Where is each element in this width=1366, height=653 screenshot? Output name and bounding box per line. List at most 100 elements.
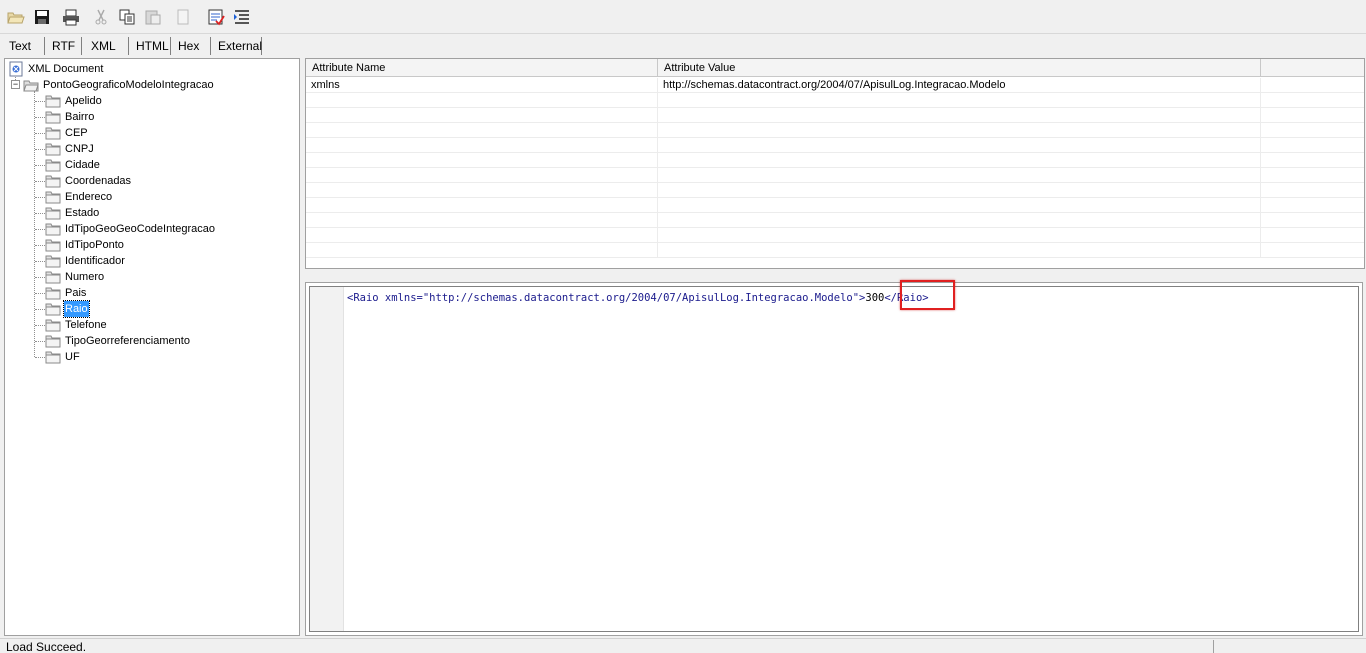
tree-connector bbox=[35, 133, 45, 134]
tree-node[interactable]: Pais bbox=[45, 285, 87, 301]
table-row[interactable] bbox=[306, 183, 1364, 198]
tree-node-label: Bairro bbox=[65, 111, 95, 123]
table-row[interactable] bbox=[306, 108, 1364, 123]
attribute-name-cell[interactable] bbox=[306, 123, 658, 138]
attribute-name-cell[interactable] bbox=[306, 168, 658, 183]
attribute-name-cell[interactable] bbox=[306, 108, 658, 123]
tree-node[interactable]: Identificador bbox=[45, 253, 126, 269]
save-icon[interactable] bbox=[31, 6, 53, 28]
table-row[interactable] bbox=[306, 153, 1364, 168]
tree-node-label: TipoGeorreferenciamento bbox=[65, 335, 190, 347]
attribute-value-cell[interactable] bbox=[658, 108, 1261, 123]
tree-node-label: Numero bbox=[65, 271, 105, 283]
attribute-name-cell[interactable] bbox=[306, 228, 658, 243]
attribute-value-cell[interactable] bbox=[658, 228, 1261, 243]
folder-open-icon bbox=[23, 80, 39, 92]
tree-root-node[interactable]: XML Document bbox=[8, 61, 104, 77]
vertical-splitter[interactable] bbox=[300, 58, 304, 636]
attribute-name-cell[interactable] bbox=[306, 243, 658, 258]
tree-node[interactable]: Bairro bbox=[45, 109, 95, 125]
tree-node[interactable]: CEP bbox=[45, 125, 89, 141]
folder-icon bbox=[45, 287, 61, 300]
tree-node[interactable]: CNPJ bbox=[45, 141, 95, 157]
attribute-name-cell[interactable] bbox=[306, 213, 658, 228]
attribute-value-cell[interactable] bbox=[658, 153, 1261, 168]
attribute-value-cell[interactable] bbox=[658, 198, 1261, 213]
tree-node[interactable]: Apelido bbox=[45, 93, 103, 109]
tree-node[interactable]: Numero bbox=[45, 269, 105, 285]
tree-node[interactable]: IdTipoPonto bbox=[45, 237, 125, 253]
tree-node[interactable]: Estado bbox=[45, 205, 100, 221]
attribute-value-cell[interactable] bbox=[658, 168, 1261, 183]
attribute-name-cell[interactable]: xmlns bbox=[306, 78, 658, 93]
attribute-name-cell[interactable] bbox=[306, 153, 658, 168]
column-header-attribute-name[interactable]: Attribute Name bbox=[306, 59, 658, 77]
folder-icon bbox=[45, 239, 61, 252]
collapse-toggle[interactable]: − bbox=[11, 80, 20, 89]
table-row[interactable] bbox=[306, 243, 1364, 258]
table-row[interactable] bbox=[306, 198, 1364, 213]
attribute-name-cell[interactable] bbox=[306, 138, 658, 153]
tree-root-label: XML Document bbox=[28, 63, 104, 75]
attribute-grid[interactable]: Attribute Name Attribute Value xmlns http… bbox=[305, 58, 1365, 269]
attribute-value-cell[interactable] bbox=[658, 93, 1261, 108]
folder-icon bbox=[45, 207, 61, 220]
attribute-value-cell[interactable] bbox=[658, 138, 1261, 153]
xml-viewer-window: Text RTF XML HTML Hex External − XML Doc… bbox=[0, 0, 1366, 653]
xml-source-panel: <Raio xmlns="http://schemas.datacontract… bbox=[305, 282, 1363, 636]
tree-node[interactable]: Endereco bbox=[45, 189, 113, 205]
paste-icon[interactable] bbox=[142, 6, 164, 28]
tree-node-label: Raio bbox=[63, 300, 90, 318]
tab-text[interactable]: Text bbox=[2, 37, 45, 55]
attribute-value-cell[interactable] bbox=[658, 213, 1261, 228]
tab-rtf[interactable]: RTF bbox=[45, 37, 82, 55]
xml-source-editor[interactable]: <Raio xmlns="http://schemas.datacontract… bbox=[309, 286, 1359, 632]
tree-node[interactable]: Raio bbox=[45, 300, 90, 318]
table-row[interactable] bbox=[306, 213, 1364, 228]
table-row[interactable] bbox=[306, 168, 1364, 183]
tree-node[interactable]: Coordenadas bbox=[45, 173, 132, 189]
tab-html[interactable]: HTML bbox=[129, 37, 171, 55]
column-header-attribute-value[interactable]: Attribute Value bbox=[658, 59, 1261, 77]
validate-icon[interactable] bbox=[205, 6, 227, 28]
tree-connector bbox=[35, 341, 45, 342]
tree-connector bbox=[35, 101, 45, 102]
attribute-value-cell[interactable] bbox=[658, 123, 1261, 138]
attribute-value-cell[interactable] bbox=[658, 243, 1261, 258]
open-icon[interactable] bbox=[5, 6, 27, 28]
tab-external[interactable]: External bbox=[211, 37, 262, 55]
xml-tree[interactable]: − XML Document PontoGeograficoModeloInte… bbox=[4, 58, 300, 636]
print-icon[interactable] bbox=[60, 6, 82, 28]
attribute-name-cell[interactable] bbox=[306, 93, 658, 108]
tree-element-node[interactable]: PontoGeograficoModeloIntegracao bbox=[23, 77, 215, 93]
cut-icon[interactable] bbox=[90, 6, 112, 28]
tab-xml[interactable]: XML bbox=[84, 37, 129, 55]
tree-node[interactable]: IdTipoGeoGeoCodeIntegracao bbox=[45, 221, 216, 237]
attribute-name-cell[interactable] bbox=[306, 183, 658, 198]
tree-connector bbox=[35, 149, 45, 150]
blank-page-icon[interactable] bbox=[172, 6, 194, 28]
editor-gutter bbox=[310, 287, 344, 631]
copy-icon[interactable] bbox=[116, 6, 138, 28]
table-row[interactable] bbox=[306, 138, 1364, 153]
tree-node[interactable]: UF bbox=[45, 349, 81, 365]
status-separator bbox=[1213, 640, 1214, 653]
attribute-value-cell[interactable] bbox=[658, 183, 1261, 198]
tree-node-label: CEP bbox=[65, 127, 88, 139]
tree-node[interactable]: Telefone bbox=[45, 317, 108, 333]
table-row[interactable]: xmlns http://schemas.datacontract.org/200… bbox=[306, 78, 1364, 93]
table-row[interactable] bbox=[306, 93, 1364, 108]
attribute-value-cell[interactable]: http://schemas.datacontract.org/2004/07/… bbox=[658, 78, 1261, 93]
tree-connector bbox=[35, 197, 45, 198]
tree-node[interactable]: Cidade bbox=[45, 157, 101, 173]
table-row[interactable] bbox=[306, 123, 1364, 138]
tree-node-label: Endereco bbox=[65, 191, 113, 203]
table-row[interactable] bbox=[306, 228, 1364, 243]
tab-hex[interactable]: Hex bbox=[171, 37, 211, 55]
tree-node[interactable]: TipoGeorreferenciamento bbox=[45, 333, 191, 349]
attribute-name-cell[interactable] bbox=[306, 198, 658, 213]
indent-icon[interactable] bbox=[231, 6, 253, 28]
tree-connector bbox=[35, 309, 45, 310]
tree-node-label: IdTipoGeoGeoCodeIntegracao bbox=[65, 223, 216, 235]
tree-node-label: Coordenadas bbox=[65, 175, 132, 187]
